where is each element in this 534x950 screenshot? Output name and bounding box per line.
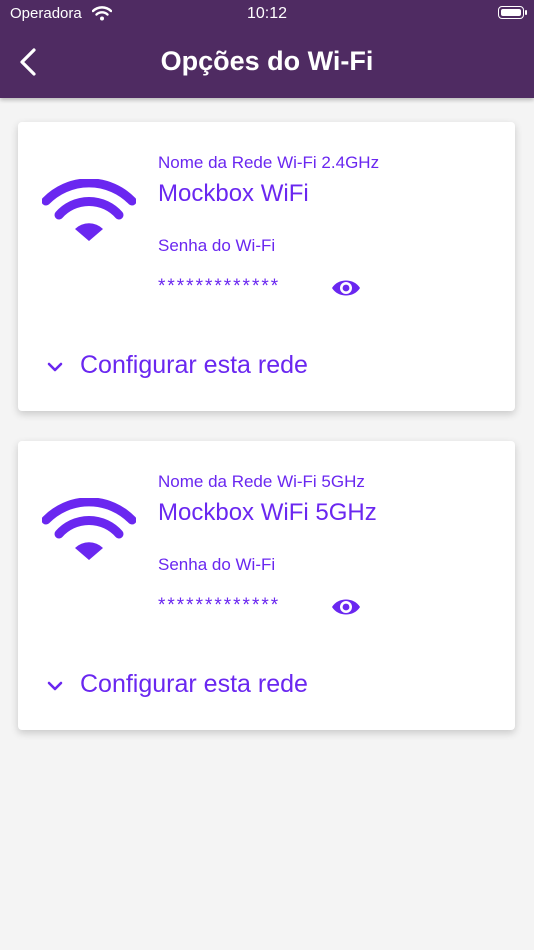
configure-network-button[interactable]: Configurar esta rede — [46, 351, 366, 385]
configure-network-label: Configurar esta rede — [80, 670, 308, 698]
wifi-network-card: Nome da Rede Wi-Fi 5GHz Mockbox WiFi 5GH… — [18, 441, 515, 730]
wifi-icon — [42, 179, 136, 241]
password-masked: ************* — [158, 595, 281, 616]
chevron-down-icon — [47, 681, 63, 691]
eye-icon — [332, 280, 360, 296]
configure-network-button[interactable]: Configurar esta rede — [46, 670, 366, 704]
battery-icon — [498, 6, 527, 19]
eye-icon — [332, 599, 360, 615]
show-password-button[interactable] — [330, 595, 362, 619]
network-name: Mockbox WiFi — [158, 180, 309, 207]
status-time: 10:12 — [246, 5, 288, 22]
show-password-button[interactable] — [330, 276, 362, 300]
configure-network-label: Configurar esta rede — [80, 351, 308, 379]
page-title: Opções do Wi-Fi — [160, 46, 374, 76]
password-label: Senha do Wi-Fi — [158, 555, 276, 574]
wifi-icon — [42, 498, 136, 560]
network-name-label: Nome da Rede Wi-Fi 2.4GHz — [158, 153, 380, 172]
password-label: Senha do Wi-Fi — [158, 236, 276, 255]
password-masked: ************* — [158, 276, 281, 297]
chevron-down-icon — [47, 362, 63, 372]
wifi-network-card: Nome da Rede Wi-Fi 2.4GHz Mockbox WiFi S… — [18, 122, 515, 411]
app-header: Operadora 10:12 Opções do Wi-Fi — [0, 0, 534, 98]
network-name-label: Nome da Rede Wi-Fi 5GHz — [158, 472, 365, 491]
network-name: Mockbox WiFi 5GHz — [158, 499, 377, 526]
status-bar: Operadora 10:12 — [0, 0, 534, 28]
